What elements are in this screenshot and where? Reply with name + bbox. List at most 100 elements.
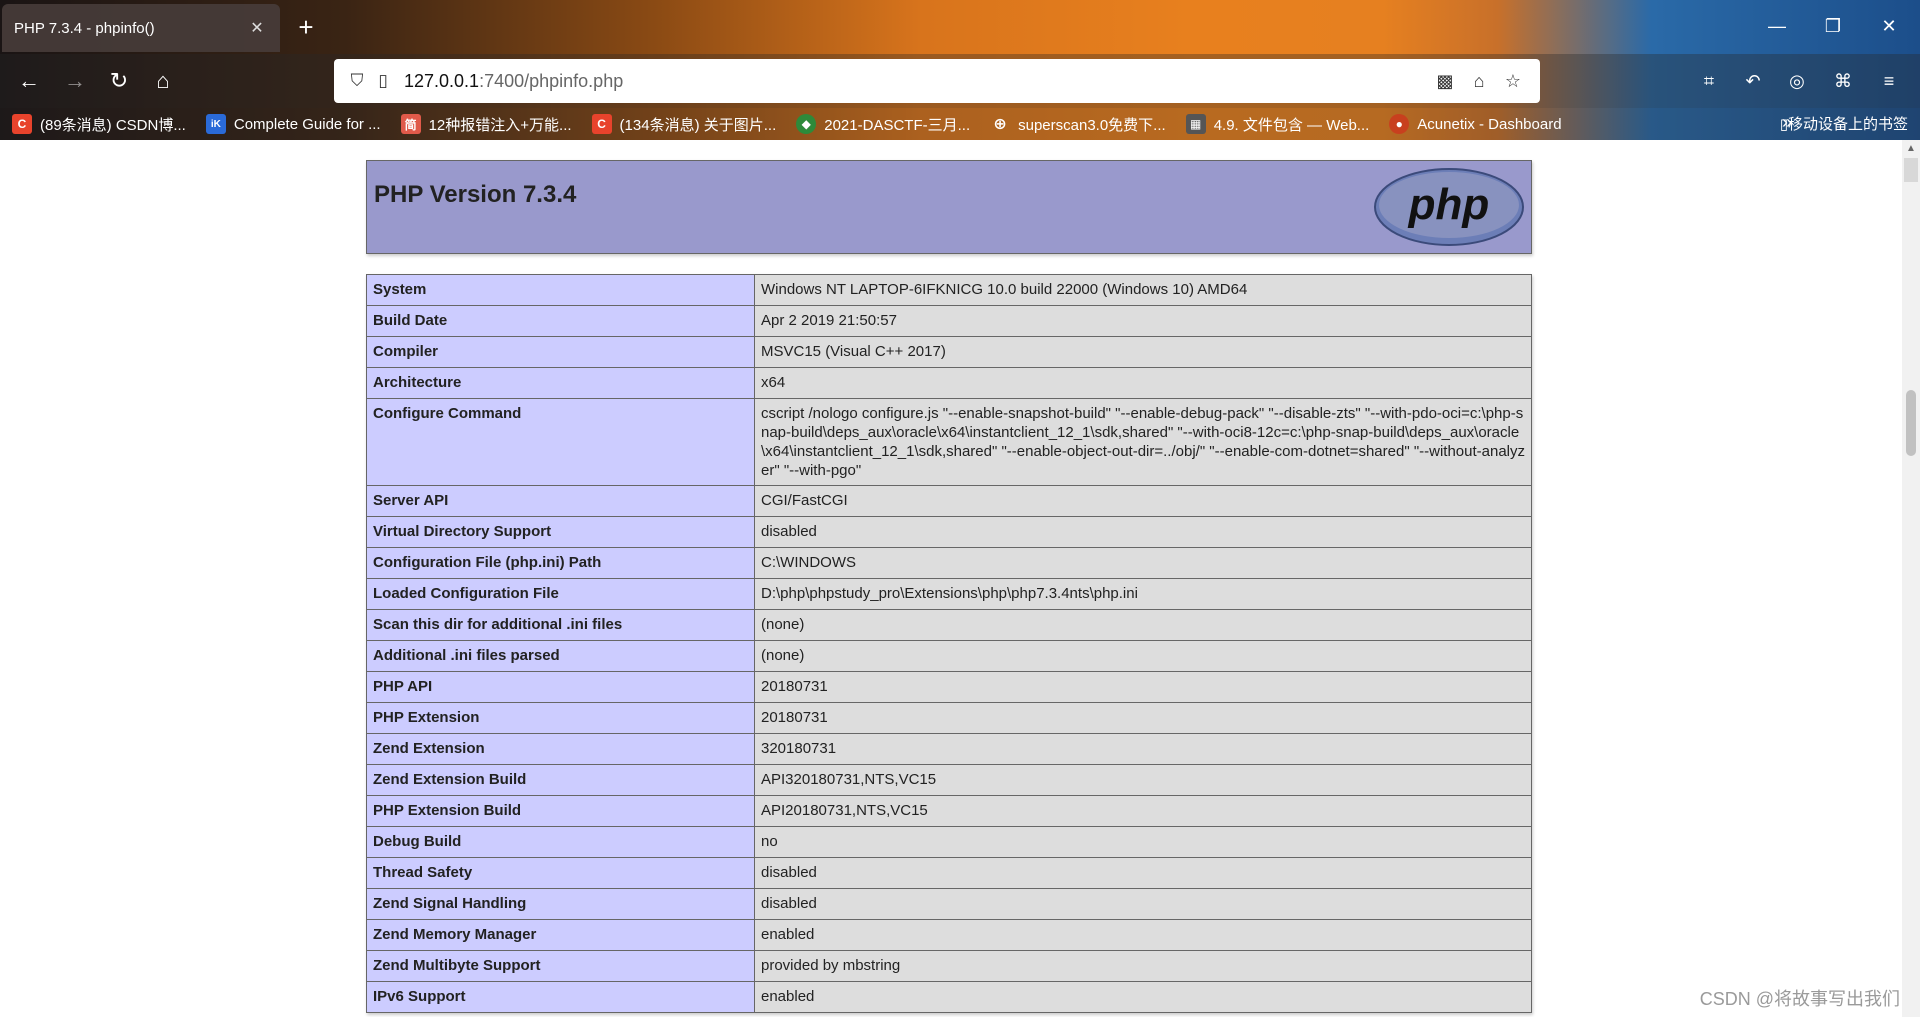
undo-icon[interactable]: ↶ <box>1738 66 1768 96</box>
row-key: Compiler <box>366 336 755 368</box>
forward-button[interactable]: → <box>58 64 92 98</box>
book-icon: ▦ <box>1185 114 1206 134</box>
table-row: System Windows NT LAPTOP-6IFKNICG 10.0 bu… <box>366 274 1532 306</box>
row-value: C:\WINDOWS <box>754 547 1532 579</box>
scroll-up-icon[interactable]: ▲ <box>1902 140 1920 158</box>
bookmark-item[interactable]: iK Complete Guide for ... <box>205 114 381 134</box>
tab-phpinfo[interactable]: PHP 7.3.4 - phpinfo() ✕ <box>2 4 280 52</box>
page-icon[interactable]: ▯ <box>370 71 396 91</box>
bookmarks-bar: C (89条消息) CSDN博... iK Complete Guide for .… <box>0 108 1920 140</box>
php-logo-text: php <box>1408 180 1490 229</box>
bookmark-star-icon[interactable]: ☆ <box>1496 71 1530 92</box>
home-icon: ⌂ <box>156 68 170 93</box>
php-version-header: PHP Version 7.3.4 php <box>366 160 1532 254</box>
url-text[interactable]: 127.0.0.1:7400/phpinfo.php <box>396 71 1428 92</box>
row-value: cscript /nologo configure.js "--enable-s… <box>754 398 1532 486</box>
menu-icon[interactable]: ≡ <box>1874 66 1904 96</box>
row-key: Configure Command <box>366 398 755 486</box>
address-bar[interactable]: ⛉ ▯ 127.0.0.1:7400/phpinfo.php ▩ ⌂ ☆ <box>334 59 1540 103</box>
vertical-scrollbar[interactable]: ▲ <box>1902 140 1920 1017</box>
row-value: disabled <box>754 857 1532 889</box>
row-key: PHP API <box>366 671 755 703</box>
table-row: Additional .ini files parsed (none) <box>366 640 1532 672</box>
tab-close-icon[interactable]: ✕ <box>246 18 268 38</box>
shield-icon[interactable]: ⛉ <box>344 71 370 91</box>
row-value: API20180731,NTS,VC15 <box>754 795 1532 827</box>
navigation-bar: ← → ↻ ⌂ ⛉ ▯ 127.0.0.1:7400/phpinfo.php ▩… <box>0 54 1920 108</box>
home-button[interactable]: ⌂ <box>146 64 180 98</box>
row-key: Zend Extension Build <box>366 764 755 796</box>
qr-code-icon[interactable]: ▩ <box>1428 71 1462 92</box>
row-key: Architecture <box>366 367 755 399</box>
row-value: (none) <box>754 609 1532 641</box>
row-key: System <box>366 274 755 306</box>
row-value: D:\php\phpstudy_pro\Extensions\php\php7.… <box>754 578 1532 610</box>
row-value: 320180731 <box>754 733 1532 765</box>
table-row: PHP Extension 20180731 <box>366 702 1532 734</box>
row-key: Configuration File (php.ini) Path <box>366 547 755 579</box>
row-key: Scan this dir for additional .ini files <box>366 609 755 641</box>
table-row: Compiler MSVC15 (Visual C++ 2017) <box>366 336 1532 368</box>
reload-icon: ↻ <box>109 68 129 93</box>
reload-button[interactable]: ↻ <box>102 64 136 98</box>
mobile-bookmarks-folder[interactable]: ▯移动设备上的书签 <box>1780 113 1908 134</box>
row-key: Zend Extension <box>366 733 755 765</box>
command-icon[interactable]: ⌘ <box>1828 66 1858 96</box>
table-row: Architecture x64 <box>366 367 1532 399</box>
table-row: Scan this dir for additional .ini files(… <box>366 609 1532 641</box>
arrow-right-icon: → <box>64 68 86 93</box>
tab-bar: PHP 7.3.4 - phpinfo() ✕ + — ❐ ✕ <box>0 0 1920 54</box>
scroll-thumb[interactable] <box>1906 390 1916 456</box>
shield-icon: ◆ <box>796 114 817 134</box>
screenshot-icon[interactable]: ⌗ <box>1694 66 1724 96</box>
row-value: 20180731 <box>754 702 1532 734</box>
row-value: no <box>754 826 1532 858</box>
row-key: Debug Build <box>366 826 755 858</box>
table-row: Zend Extension 320180731 <box>366 733 1532 765</box>
minimize-button[interactable]: — <box>1754 10 1800 42</box>
extension-icon[interactable]: ◎ <box>1782 66 1812 96</box>
restore-button[interactable]: ❐ <box>1810 10 1856 42</box>
home-addon-icon[interactable]: ⌂ <box>1462 71 1496 92</box>
acunetix-icon: ● <box>1389 114 1410 134</box>
csdn-icon: C <box>591 114 612 134</box>
table-row: Zend Memory Manager enabled <box>366 919 1532 951</box>
bookmark-item[interactable]: 简 12种报错注入+万能... <box>400 114 572 135</box>
bookmark-item[interactable]: C (134条消息) 关于图片... <box>591 114 776 135</box>
new-tab-button[interactable]: + <box>290 12 322 44</box>
row-value: provided by mbstring <box>754 950 1532 982</box>
bookmark-item[interactable]: C (89条消息) CSDN博... <box>12 114 186 135</box>
close-window-button[interactable]: ✕ <box>1866 10 1912 42</box>
row-value: 20180731 <box>754 671 1532 703</box>
row-value: MSVC15 (Visual C++ 2017) <box>754 336 1532 368</box>
bookmark-item[interactable]: ⊕ superscan3.0免费下... <box>990 114 1165 135</box>
table-row: Zend Multibyte Support provided by mbstri… <box>366 950 1532 982</box>
table-row: PHP Extension Build API20180731,NTS,VC15 <box>366 795 1532 827</box>
row-value: API320180731,NTS,VC15 <box>754 764 1532 796</box>
row-value: enabled <box>754 919 1532 951</box>
scroll-track[interactable] <box>1904 158 1918 182</box>
row-key: Zend Memory Manager <box>366 919 755 951</box>
jian-icon: 简 <box>400 114 421 134</box>
row-key: Loaded Configuration File <box>366 578 755 610</box>
bookmark-item[interactable]: ● Acunetix - Dashboard <box>1389 114 1562 134</box>
page-viewport: PHP Version 7.3.4 php System Windows NT L… <box>0 140 1902 1017</box>
php-logo[interactable]: php <box>1373 167 1525 247</box>
table-row: Configuration File (php.ini) Path C:\WIND… <box>366 547 1532 579</box>
row-value: (none) <box>754 640 1532 672</box>
table-row: Server API CGI/FastCGI <box>366 485 1532 517</box>
tab-title: PHP 7.3.4 - phpinfo() <box>14 19 155 37</box>
back-button[interactable]: ← <box>12 64 46 98</box>
row-value: CGI/FastCGI <box>754 485 1532 517</box>
row-value: Windows NT LAPTOP-6IFKNICG 10.0 build 22… <box>754 274 1532 306</box>
bookmark-item[interactable]: ◆ 2021-DASCTF-三月... <box>796 114 970 135</box>
table-row: Configure Command cscript /nologo configu… <box>366 398 1532 486</box>
bookmark-item[interactable]: ▦ 4.9. 文件包含 — Web... <box>1185 114 1369 135</box>
row-key: PHP Extension Build <box>366 795 755 827</box>
row-key: Zend Signal Handling <box>366 888 755 920</box>
row-value: Apr 2 2019 21:50:57 <box>754 305 1532 337</box>
page-title: PHP Version 7.3.4 <box>374 181 577 208</box>
arrow-left-icon: ← <box>18 68 40 93</box>
ik-icon: iK <box>205 114 226 134</box>
table-row: IPv6 Support enabled <box>366 981 1532 1013</box>
